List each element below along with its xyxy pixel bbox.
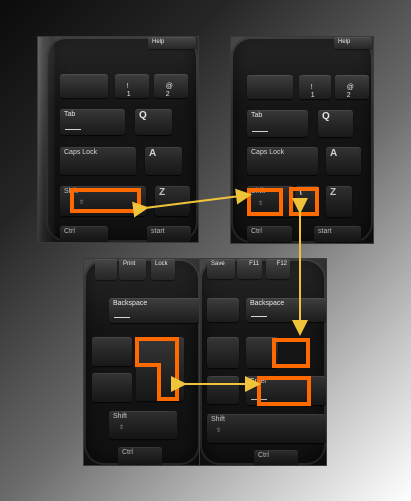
- two-key: @ 2: [154, 74, 188, 98]
- ctrl-key: Ctrl: [254, 450, 298, 465]
- one-key: ! 1: [115, 74, 149, 98]
- two-label: 2: [165, 90, 170, 98]
- f11-key: F11: [237, 259, 262, 279]
- ctrl-key: Ctrl: [60, 226, 108, 242]
- keyboard-bevel: [38, 37, 55, 242]
- lock-key: Lock: [151, 259, 175, 280]
- help-key: Help: [334, 37, 372, 49]
- f12-key: F12: [266, 259, 290, 279]
- top-right-blank-key: [247, 75, 293, 99]
- save-key: Save: [207, 259, 235, 279]
- two-key: @ 2: [335, 75, 369, 99]
- one-key: ! 1: [299, 75, 331, 99]
- help-key: Help: [148, 37, 196, 49]
- bracket-key: [92, 337, 132, 366]
- plus-key: [207, 298, 239, 322]
- keyboard-photo-top-right: Help ! 1 @ 2 Tab Q Caps Lock A Shift ⇧ \…: [230, 36, 374, 244]
- enter-key-highlight: [135, 337, 179, 401]
- keyboard-photo-bottom-right: Save F11 F12 Backspace Enter Shift ⇧ Ctr…: [199, 258, 327, 466]
- at-label: @: [346, 84, 354, 92]
- tab-key: Tab: [247, 110, 308, 137]
- quote-key: [92, 373, 132, 402]
- keyboard-photo-bottom-left: Print Lock Backspace Shift ⇧ Ctrl: [83, 258, 201, 466]
- two-label: 2: [346, 91, 351, 99]
- z-key: Z: [155, 186, 190, 216]
- bracket-key: [207, 337, 239, 368]
- print-key: Print: [119, 259, 146, 280]
- keyboard-photo-top-left: Help ! 1 @ 2 Tab Q Caps Lock A Shift ⇧ Z…: [37, 36, 199, 243]
- shift-arrow-icon: ⇧: [216, 428, 222, 434]
- enter-highlight: [257, 376, 311, 406]
- backslash-highlight: [272, 338, 310, 368]
- backspace-key: Backspace: [109, 298, 200, 323]
- caps-lock-key: Caps Lock: [60, 147, 136, 175]
- top-key: [95, 259, 117, 280]
- one-label: 1: [310, 91, 315, 99]
- shift-highlight: [247, 188, 283, 216]
- a-key: A: [326, 147, 361, 175]
- start-key: start: [314, 226, 361, 242]
- tab-key: Tab: [60, 109, 125, 135]
- shift-arrow-icon: ⇧: [119, 425, 125, 431]
- bang-label: !: [310, 84, 313, 92]
- at-label: @: [165, 83, 173, 91]
- z-key: Z: [326, 186, 352, 217]
- backslash-highlight: [289, 187, 319, 216]
- q-key: Q: [135, 109, 172, 135]
- shift-highlight: [70, 188, 141, 213]
- shift-key: Shift: [207, 414, 326, 443]
- q-key: Q: [318, 110, 353, 137]
- quote-key: [207, 376, 239, 404]
- top-left-blank-key: [60, 74, 108, 98]
- caps-lock-key: Caps Lock: [247, 147, 318, 175]
- a-key: A: [145, 147, 182, 175]
- bang-label: !: [126, 83, 129, 91]
- ctrl-key: Ctrl: [247, 226, 292, 242]
- backspace-key: Backspace: [246, 298, 326, 322]
- ctrl-key: Ctrl: [118, 447, 162, 465]
- start-key: start: [147, 226, 191, 242]
- one-label: 1: [126, 90, 131, 98]
